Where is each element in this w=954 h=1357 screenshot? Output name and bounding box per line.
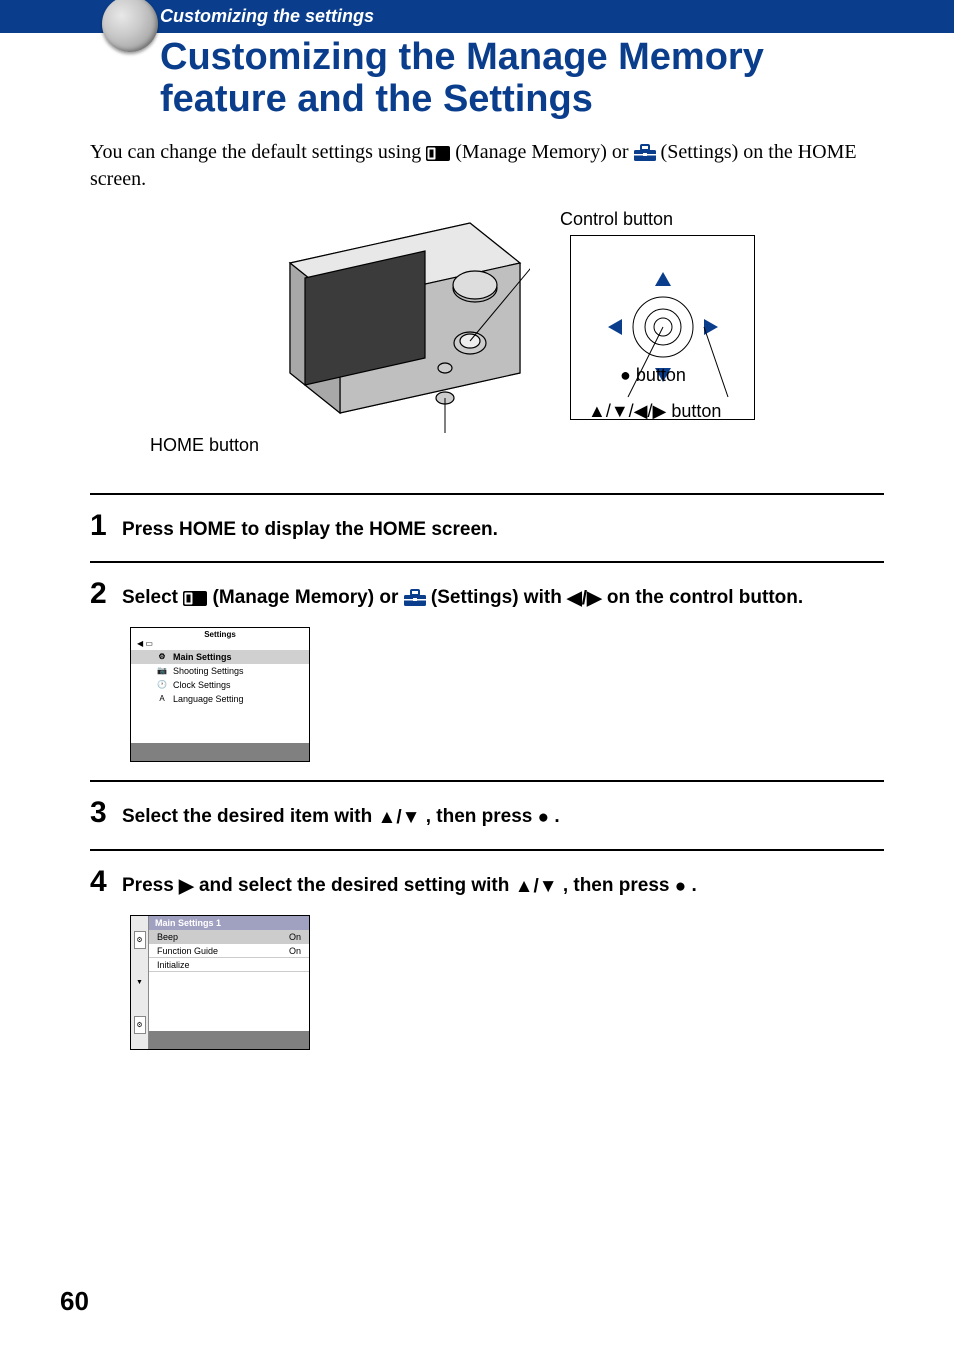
step-3: 3 Select the desired item with ▲/▼ , the… [90,780,884,850]
shot1-item-label: Language Setting [173,694,244,704]
camera-illustration [270,203,530,433]
shot1-indicator-icon: ◀ ▭ [137,639,153,648]
page-number: 60 [60,1286,89,1317]
shot2-header: Main Settings 1 [149,916,309,930]
section-badge-icon [102,0,158,52]
step-1-text: Press HOME to display the HOME screen. [122,517,498,544]
page-title: Customizing the Manage Memory feature an… [160,37,894,121]
step-4: 4 Press ▶ and select the desired setting… [90,849,884,1068]
step-3-number: 3 [90,796,112,830]
center-dot-icon: ● [675,874,686,901]
shot1-list-item: A Language Setting [131,692,309,706]
shot2-row-value: On [289,946,301,955]
shot2-row-label: Initialize [157,960,190,969]
shot1-item-icon: 📷 [157,666,167,675]
shot2-row-label: Function Guide [157,946,218,955]
shot2-tab-icon: ⚙ [134,931,146,949]
shot1-item-icon: A [157,694,167,703]
up-down-arrows-icon: ▲/▼ [515,874,558,901]
settings-toolbox-icon [634,144,656,161]
section-label: Customizing the settings [160,6,374,26]
center-dot-icon: ● [538,805,549,832]
shot1-item-label: Shooting Settings [173,666,244,676]
main-settings-screenshot: ⚙ ▼ ⚙ Main Settings 1 BeepOnFunction Gui… [130,915,310,1050]
shot1-item-label: Clock Settings [173,680,231,690]
intro-paragraph: You can change the default settings usin… [90,139,884,193]
shot2-row-value: On [289,932,301,941]
label-dpad-button: ▲/▼/◀/▶ button [588,401,721,422]
settings-menu-screenshot: Settings ◀ ▭ ⚙ Main Settings 📷 Shooting Set… [130,627,310,762]
up-down-arrows-icon: ▲/▼ [378,805,421,832]
shot2-row-label: Beep [157,932,178,941]
shot1-list-item: 🕐 Clock Settings [131,678,309,692]
shot1-list-item: ⚙ Main Settings [131,650,309,664]
shot2-row: Function Guide On [149,944,309,958]
shot2-row: Beep On [149,930,309,944]
manage-memory-icon [426,146,450,161]
step-4-number: 4 [90,865,112,899]
shot2-tab-icon: ⚙ [134,1016,146,1034]
left-right-arrows-icon: ◀/▶ [567,586,602,613]
manage-memory-icon [183,591,207,606]
shot1-title: Settings [204,630,236,639]
label-center-button: ● button [620,365,686,386]
shot1-list-item: 📷 Shooting Settings [131,664,309,678]
settings-toolbox-icon [404,589,426,606]
step-3-text: Select the desired item with ▲/▼ , then … [122,804,560,832]
camera-diagram: Control button [90,203,884,463]
step-2-text: Select (Manage Memory) or (Settings) wit… [122,585,803,613]
label-home-button: HOME button [150,435,259,456]
step-1-number: 1 [90,509,112,543]
shot1-item-icon: 🕐 [157,680,167,689]
step-1: 1 Press HOME to display the HOME screen. [90,493,884,562]
shot1-item-icon: ⚙ [157,652,167,661]
control-button-diagram [570,235,755,420]
shot2-row: Initialize [149,958,309,972]
right-arrow-icon: ▶ [179,874,194,901]
shot1-item-label: Main Settings [173,652,232,662]
step-2: 2 Select (Manage Memory) or (Settings) w… [90,561,884,780]
step-2-number: 2 [90,577,112,611]
label-control-button: Control button [560,209,673,230]
step-4-text: Press ▶ and select the desired setting w… [122,873,697,901]
